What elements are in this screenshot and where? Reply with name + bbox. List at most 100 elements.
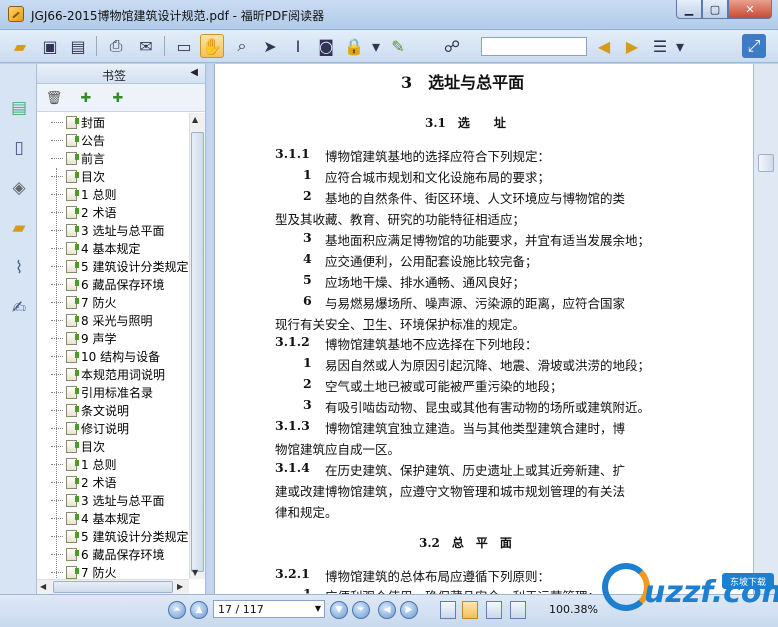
continuous-facing-icon[interactable] xyxy=(510,601,526,619)
scroll-thumb[interactable] xyxy=(191,132,204,572)
attachment-icon[interactable]: ⌇ xyxy=(8,256,30,280)
print-icon[interactable]: ⎙ xyxy=(104,34,128,58)
chevron-down-icon[interactable]: ▼ xyxy=(315,604,321,613)
bookmark-item[interactable]: 1 总则 xyxy=(51,455,116,473)
comments-icon[interactable]: ▰ xyxy=(8,216,30,240)
single-page-icon[interactable] xyxy=(440,601,456,619)
bookmark-item[interactable]: 公告 xyxy=(51,131,105,149)
search-input[interactable] xyxy=(481,37,587,56)
expand-icon[interactable]: ⤢ xyxy=(742,34,766,58)
snapshot-icon[interactable]: ◙ xyxy=(314,34,338,58)
bookmark-item[interactable]: 6 藏品保存环境 xyxy=(51,275,164,293)
bookmark-item[interactable]: 4 基本规定 xyxy=(51,509,140,527)
add-bookmark-icon[interactable]: ✚ xyxy=(77,89,95,107)
bookmark-item[interactable]: 引用标准名录 xyxy=(51,383,153,401)
find-next-icon[interactable]: ▶ xyxy=(620,34,644,58)
scroll-down-icon[interactable]: ▼ xyxy=(192,568,198,577)
bookmark-item[interactable]: 2 术语 xyxy=(51,203,116,221)
bookmark-label: 修订说明 xyxy=(81,421,130,436)
facing-page-icon[interactable] xyxy=(486,601,502,619)
bookmark-item[interactable]: 3 选址与总平面 xyxy=(51,491,164,509)
bookmark-item[interactable]: 5 建筑设计分类规定 xyxy=(51,527,188,545)
bookmark-item[interactable]: 封面 xyxy=(51,113,105,131)
continuous-page-icon[interactable] xyxy=(462,601,478,619)
bookmark-label: 前言 xyxy=(81,151,106,166)
scroll-left-icon[interactable]: ◀ xyxy=(40,582,46,591)
scroll-thumb[interactable] xyxy=(758,154,774,172)
minimize-button[interactable]: ▁ xyxy=(676,0,702,19)
bookmark-page-icon xyxy=(66,259,79,273)
document-view[interactable]: 3 选址与总平面 3.1 选 址 3.1.1 博物馆建筑基地的选择应符合下列规定：… xyxy=(207,64,753,596)
bookmark-item[interactable]: 目次 xyxy=(51,437,105,455)
bookmark-item[interactable]: 6 藏品保存环境 xyxy=(51,545,164,563)
go-back-icon[interactable]: ◀ xyxy=(378,601,396,619)
rms-lock-icon[interactable]: 🔒 xyxy=(342,34,366,58)
scroll-up-icon[interactable]: ▲ xyxy=(192,115,198,124)
email-icon[interactable]: ✉ xyxy=(134,34,158,58)
delete-bookmark-icon[interactable]: 🗑 xyxy=(45,89,63,107)
open-folder-icon[interactable]: ▰ xyxy=(8,34,32,58)
bookmark-scrollbar[interactable]: ▲ ▼ xyxy=(189,113,205,579)
bookmark-item[interactable]: 3 选址与总平面 xyxy=(51,221,164,239)
bookmark-item[interactable]: 4 基本规定 xyxy=(51,239,140,257)
main-toolbar: ▰ ▣ ▤ ⎙ ✉ ▭ ✋ ⌕ ➤ Ⅰ ◙ 🔒 ▾ ✎ ☍ ◀ ▶ ☰ ▾ ⤢ xyxy=(0,30,778,63)
bookmark-hscrollbar[interactable]: ◀ ▶ xyxy=(37,579,189,594)
scroll-right-icon[interactable]: ▶ xyxy=(177,582,183,591)
text-select-icon[interactable]: Ⅰ xyxy=(286,34,310,58)
document-scrollbar[interactable] xyxy=(753,64,778,594)
layers-icon[interactable]: ◈ xyxy=(8,176,30,200)
bookmark-item[interactable]: 条文说明 xyxy=(51,401,129,419)
bookmarks-icon[interactable]: ▤ xyxy=(8,96,30,120)
chevron-down-icon[interactable]: ▾ xyxy=(674,34,686,58)
last-page-icon[interactable]: ⏷ xyxy=(352,601,370,619)
save-as-icon[interactable]: ▤ xyxy=(66,34,90,58)
hscroll-thumb[interactable] xyxy=(53,581,173,593)
page-number-field[interactable]: 17 / 117 ▼ xyxy=(213,600,325,618)
bookmark-item[interactable]: 修订说明 xyxy=(51,419,129,437)
next-page-icon[interactable]: ▼ xyxy=(330,601,348,619)
bookmark-item[interactable]: 7 防火 xyxy=(51,293,116,311)
bookmark-page-icon xyxy=(66,565,79,579)
bookmark-item[interactable]: 10 结构与设备 xyxy=(51,347,160,365)
clause-text: 博物馆建筑基地的选择应符合下列规定： xyxy=(325,149,551,164)
tree-connector xyxy=(51,265,63,267)
close-button[interactable]: ✕ xyxy=(728,0,772,19)
bookmark-item[interactable]: 2 术语 xyxy=(51,473,116,491)
bookmark-item[interactable]: 本规范用词说明 xyxy=(51,365,165,383)
section-heading: 3.2 总 平 面 xyxy=(419,536,512,550)
collapse-panel-icon[interactable]: ◀ xyxy=(190,67,198,78)
bookmark-item[interactable]: 8 采光与照明 xyxy=(51,311,152,329)
bookmark-label: 7 防火 xyxy=(81,295,117,310)
tree-connector xyxy=(51,355,63,357)
bookmark-label: 7 防火 xyxy=(81,565,117,580)
select-arrow-icon[interactable]: ➤ xyxy=(258,34,282,58)
page-border xyxy=(207,64,215,594)
bookmark-item[interactable]: 目次 xyxy=(51,167,105,185)
hand-tool-icon[interactable]: ✋ xyxy=(200,34,224,58)
item-number: 6 xyxy=(303,293,312,308)
zoom-tool-icon[interactable]: ⌕ xyxy=(230,34,254,58)
signature-icon[interactable]: ✍ xyxy=(8,296,30,320)
bookmark-page-icon xyxy=(66,421,79,435)
bookmark-item[interactable]: 7 防火 xyxy=(51,563,116,579)
clause-text: 律和规定。 xyxy=(275,505,338,520)
save-icon[interactable]: ▣ xyxy=(38,34,62,58)
bookmark-item[interactable]: 9 声学 xyxy=(51,329,116,347)
binoculars-icon[interactable]: ☍ xyxy=(440,34,464,58)
sign-icon[interactable]: ✎ xyxy=(386,34,410,58)
previous-page-icon[interactable]: ▲ xyxy=(190,601,208,619)
maximize-button[interactable]: ▢ xyxy=(702,0,728,19)
chevron-down-icon[interactable]: ▾ xyxy=(370,34,382,58)
add-child-bookmark-icon[interactable]: ✚ xyxy=(109,89,127,107)
clause-text: 在历史建筑、保护建筑、历史遗址上或其近旁新建、扩 xyxy=(325,463,626,478)
bookmark-item[interactable]: 1 总则 xyxy=(51,185,116,203)
first-page-icon[interactable]: ⏶ xyxy=(168,601,186,619)
pages-icon[interactable]: ▯ xyxy=(8,136,30,160)
go-forward-icon[interactable]: ▶ xyxy=(400,601,418,619)
bookmark-label: 2 术语 xyxy=(81,475,117,490)
bookmark-item[interactable]: 5 建筑设计分类规定 xyxy=(51,257,188,275)
bookmark-item[interactable]: 前言 xyxy=(51,149,105,167)
find-previous-icon[interactable]: ◀ xyxy=(592,34,616,58)
fullscreen-icon[interactable]: ▭ xyxy=(172,34,196,58)
search-options-icon[interactable]: ☰ xyxy=(648,34,672,58)
